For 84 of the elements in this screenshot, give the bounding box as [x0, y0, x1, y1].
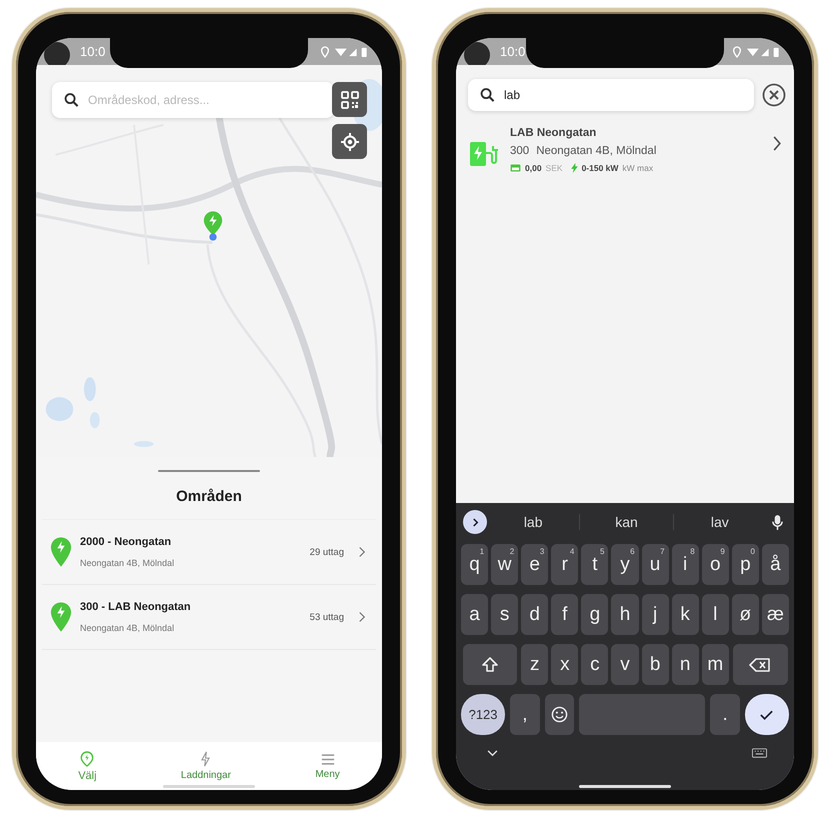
emoji-icon	[550, 706, 568, 723]
suggestion[interactable]: lab	[487, 514, 580, 530]
keyboard-key[interactable]: s	[491, 594, 518, 635]
keyboard-key[interactable]: b	[642, 644, 669, 685]
keyboard-key[interactable]: j	[642, 594, 669, 635]
outlet-count: 29 uttag	[310, 546, 344, 558]
expand-button[interactable]	[463, 510, 487, 534]
keyboard-key[interactable]: d	[521, 594, 548, 635]
keyboard-key[interactable]: x	[551, 644, 578, 685]
keyboard-key[interactable]: ø	[732, 594, 759, 635]
suggestion[interactable]: kan	[579, 514, 673, 530]
keyboard-icon[interactable]	[752, 748, 767, 758]
outlet-count: 53 uttag	[310, 612, 344, 622]
check-icon	[759, 708, 774, 720]
keyboard-key[interactable]: a	[461, 594, 488, 635]
result-row[interactable]: LAB Neongatan 300 Neongatan 4B, Mölndal 0,00 SEK 0-150 kW kW max	[456, 119, 794, 181]
status-time: 10:0	[500, 44, 526, 59]
price: 0,00	[525, 163, 542, 173]
keyboard-key[interactable]: h	[611, 594, 639, 635]
keyboard-key[interactable]: .	[710, 694, 740, 735]
symbols-key[interactable]: ?123	[461, 694, 506, 735]
area-address: Neongatan 4B, Mölndal	[80, 623, 176, 633]
charger-pin-icon	[50, 536, 72, 568]
qr-code-icon	[340, 90, 358, 108]
clear-icon[interactable]	[762, 83, 786, 107]
area-row[interactable]: 300 - LAB Neongatan Neongatan 4B, Mölndal 53 uttag	[42, 585, 376, 650]
charger-pin-icon[interactable]	[202, 210, 224, 242]
shift-icon	[480, 656, 499, 674]
power-range: 0-150 kW	[582, 163, 618, 173]
camera-icon	[464, 42, 490, 68]
chevron-right-icon	[472, 518, 478, 526]
keyboard-key[interactable]: g	[581, 594, 608, 635]
station-name: LAB Neongatan	[510, 127, 598, 139]
power-unit: kW max	[622, 163, 654, 173]
nav-tab[interactable]: Välj	[70, 748, 105, 784]
keyboard-key[interactable]: v	[611, 644, 639, 685]
chevron-right-icon	[358, 611, 366, 623]
keyboard-key[interactable]: å	[762, 544, 789, 585]
camera-icon	[44, 42, 70, 68]
backspace-key[interactable]	[733, 644, 788, 685]
locate-button[interactable]	[332, 124, 367, 159]
keyboard-key[interactable]: z	[521, 644, 548, 685]
menu-icon	[320, 752, 335, 766]
area-address: Neongatan 4B, Mölndal	[80, 558, 176, 568]
keyboard-key[interactable]: æ	[762, 594, 789, 635]
qr-code-button[interactable]	[332, 82, 367, 117]
chevron-right-icon	[772, 135, 782, 152]
charger-pin-icon	[50, 601, 72, 633]
search-field[interactable]: Områdeskod, adress...	[52, 82, 334, 118]
keyboard-key[interactable]: k	[672, 594, 699, 635]
area-name: 2000 - Neongatan	[80, 536, 172, 548]
search-icon	[64, 92, 79, 108]
card-icon	[510, 164, 521, 172]
status-time: 10:0	[80, 44, 106, 59]
bolt-icon	[570, 163, 578, 173]
area-name: 300 - LAB Neongatan	[80, 601, 192, 613]
done-key[interactable]	[744, 694, 790, 735]
sheet-handle[interactable]	[158, 470, 260, 472]
area-row[interactable]: 2000 - Neongatan Neongatan 4B, Mölndal 29 uttag	[42, 520, 376, 585]
charging-station-icon	[468, 139, 498, 169]
backspace-icon	[749, 656, 772, 672]
chevron-right-icon	[358, 546, 366, 558]
station-address: Neongatan 4B, Mölndal	[536, 145, 656, 157]
microphone-icon[interactable]	[772, 514, 783, 530]
nav-tab[interactable]: Meny	[307, 750, 348, 782]
crosshair-icon	[340, 132, 360, 152]
station-code: 300	[510, 145, 530, 157]
keyboard-key[interactable]: n	[672, 644, 699, 685]
pin-icon	[80, 750, 94, 766]
search-icon	[480, 88, 495, 102]
keyboard-key[interactable]: c	[581, 644, 608, 685]
sheet-title: Områden	[42, 482, 376, 520]
emoji-key[interactable]	[544, 694, 574, 735]
keyboard-key[interactable]: f	[551, 594, 578, 635]
hide-keyboard-icon[interactable]	[487, 750, 498, 756]
nav-tab[interactable]: Laddningar	[172, 749, 239, 783]
suggestion[interactable]: lav	[672, 514, 766, 530]
bolt-icon	[200, 751, 212, 767]
keyboard-key[interactable]: l	[702, 594, 729, 635]
currency: SEK	[546, 163, 563, 173]
keyboard-key[interactable]: m	[702, 644, 729, 685]
search-field[interactable]: lab	[468, 79, 754, 111]
shift-key[interactable]	[462, 644, 517, 685]
keyboard-key[interactable]: ,	[510, 694, 540, 735]
